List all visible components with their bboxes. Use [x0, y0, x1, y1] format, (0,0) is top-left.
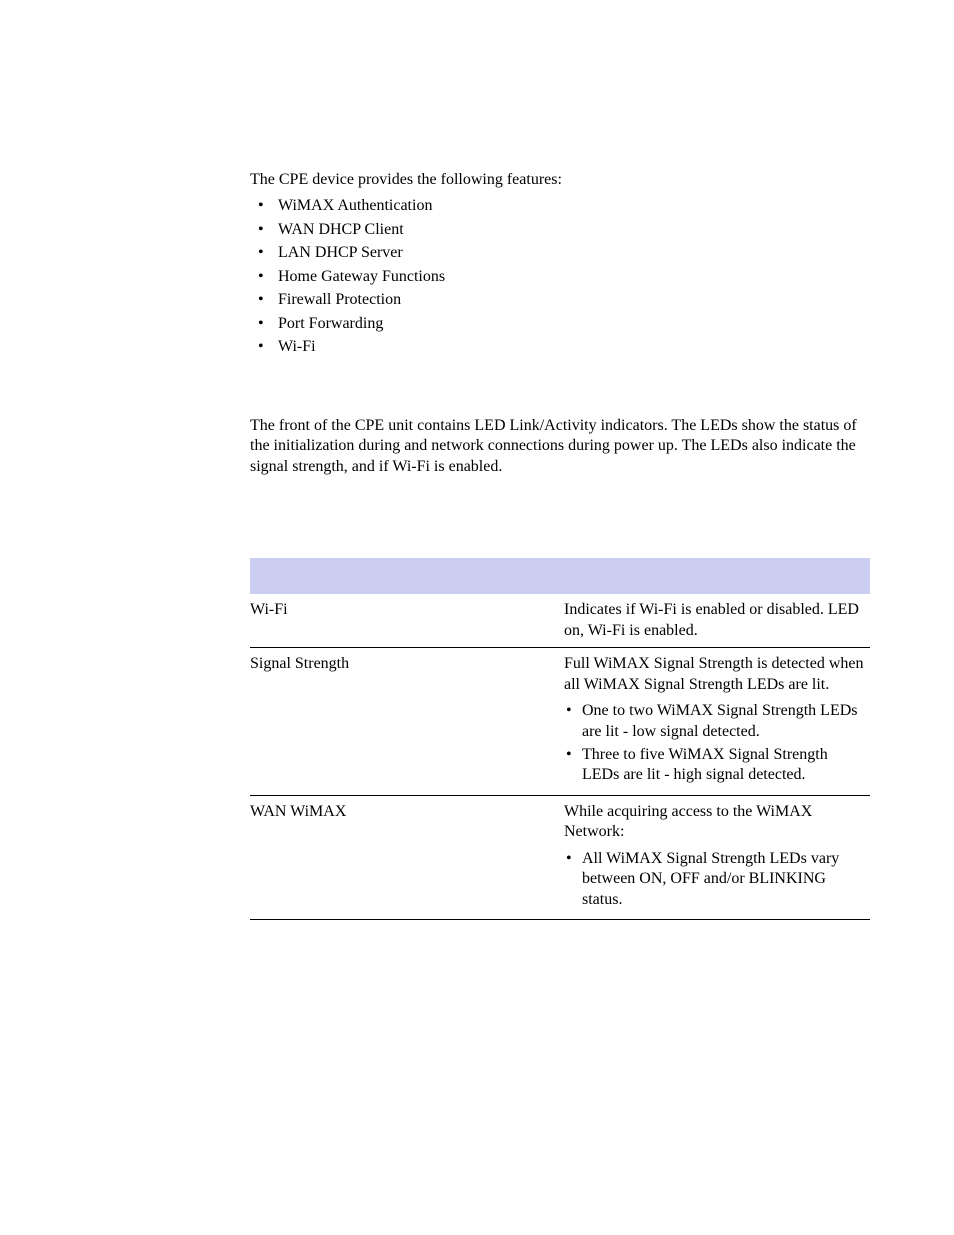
- feature-item-text: Port Forwarding: [278, 315, 383, 332]
- led-desc-para: While acquiring access to the WiMAX Netw…: [564, 802, 866, 843]
- feature-item-text: WAN DHCP Client: [278, 221, 404, 238]
- table-header-cell: [250, 558, 564, 594]
- led-desc-para: Full WiMAX Signal Strength is detected w…: [564, 654, 866, 695]
- bullet-icon: •: [566, 701, 572, 721]
- led-name-cell: WAN WiMAX: [250, 795, 564, 919]
- feature-item-text: Firewall Protection: [278, 291, 401, 308]
- list-item: • One to two WiMAX Signal Strength LEDs a…: [564, 701, 866, 742]
- bullet-icon: •: [566, 849, 572, 869]
- list-item-text: Three to five WiMAX Signal Strength LEDs…: [582, 746, 828, 783]
- table-header-cell: [564, 558, 870, 594]
- led-name-cell: Wi-Fi: [250, 594, 564, 647]
- list-item-text: All WiMAX Signal Strength LEDs vary betw…: [582, 850, 839, 908]
- table-header-row: [250, 558, 870, 594]
- spacer: [250, 493, 870, 558]
- bullet-icon: •: [258, 243, 264, 263]
- bullet-icon: •: [566, 745, 572, 765]
- features-intro: The CPE device provides the following fe…: [250, 170, 870, 190]
- feature-item-text: Wi-Fi: [278, 338, 316, 355]
- bullet-icon: •: [258, 337, 264, 357]
- list-item: • All WiMAX Signal Strength LEDs vary bet…: [564, 849, 866, 910]
- bullet-icon: •: [258, 314, 264, 334]
- bullet-icon: •: [258, 220, 264, 240]
- page: The CPE device provides the following fe…: [0, 0, 954, 920]
- led-desc-list: • One to two WiMAX Signal Strength LEDs a…: [564, 701, 866, 786]
- led-desc-list: • All WiMAX Signal Strength LEDs vary bet…: [564, 849, 866, 910]
- feature-item: • Firewall Protection: [250, 290, 870, 310]
- feature-item: • WiMAX Authentication: [250, 196, 870, 216]
- led-desc-para: Indicates if Wi-Fi is enabled or disable…: [564, 600, 866, 641]
- led-desc-cell: Full WiMAX Signal Strength is detected w…: [564, 648, 870, 796]
- feature-item: • WAN DHCP Client: [250, 220, 870, 240]
- feature-item-text: LAN DHCP Server: [278, 244, 403, 261]
- bullet-icon: •: [258, 267, 264, 287]
- bullet-icon: •: [258, 196, 264, 216]
- front-description: The front of the CPE unit contains LED L…: [250, 416, 870, 477]
- content-column: The CPE device provides the following fe…: [250, 170, 870, 920]
- feature-item: • LAN DHCP Server: [250, 243, 870, 263]
- led-desc-cell: Indicates if Wi-Fi is enabled or disable…: [564, 594, 870, 647]
- spacer: [250, 361, 870, 416]
- feature-item: • Home Gateway Functions: [250, 267, 870, 287]
- table-row: WAN WiMAX While acquiring access to the …: [250, 795, 870, 919]
- table-row: Signal Strength Full WiMAX Signal Streng…: [250, 648, 870, 796]
- feature-item-text: WiMAX Authentication: [278, 197, 432, 214]
- led-name-cell: Signal Strength: [250, 648, 564, 796]
- feature-item: • Port Forwarding: [250, 314, 870, 334]
- bullet-icon: •: [258, 290, 264, 310]
- feature-list: • WiMAX Authentication • WAN DHCP Client •…: [250, 196, 870, 357]
- feature-item: • Wi-Fi: [250, 337, 870, 357]
- list-item: • Three to five WiMAX Signal Strength LED…: [564, 745, 866, 786]
- led-desc-cell: While acquiring access to the WiMAX Netw…: [564, 795, 870, 919]
- list-item-text: One to two WiMAX Signal Strength LEDs ar…: [582, 702, 858, 739]
- feature-item-text: Home Gateway Functions: [278, 268, 445, 285]
- led-table: Wi-Fi Indicates if Wi-Fi is enabled or d…: [250, 558, 870, 920]
- table-row: Wi-Fi Indicates if Wi-Fi is enabled or d…: [250, 594, 870, 647]
